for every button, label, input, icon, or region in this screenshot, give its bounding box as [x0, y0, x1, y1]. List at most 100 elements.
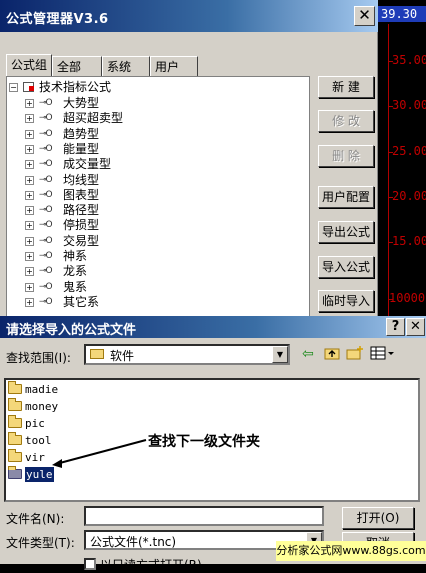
- collapse-icon[interactable]: −: [9, 83, 18, 92]
- folder-name: pic: [25, 417, 45, 430]
- formula-key-icon: ⊸O: [39, 143, 53, 154]
- readonly-checkbox[interactable]: [84, 558, 96, 570]
- tree-item-label: 成交量型: [63, 157, 112, 172]
- axis-tick-label: 25.00: [392, 144, 426, 158]
- folder-icon: [8, 381, 22, 394]
- expand-icon[interactable]: +: [25, 160, 34, 170]
- readonly-label: 以只读方式打开(R): [100, 558, 202, 572]
- filename-label: 文件名(N):: [6, 512, 65, 526]
- expand-icon[interactable]: +: [25, 175, 34, 185]
- open-file-dialog: 请选择导入的公式文件 ? ✕ 查找范围(I): 软件 ▼ ⇦ madie mone…: [0, 316, 426, 572]
- axis-tick-label: 20.00: [392, 189, 426, 203]
- filetype-value: 公式文件(*.tnc): [90, 535, 177, 549]
- user-config-button[interactable]: 用户配置: [318, 186, 374, 208]
- expand-icon[interactable]: +: [25, 282, 34, 292]
- tree-item-label: 神系: [63, 249, 88, 263]
- expand-icon[interactable]: +: [25, 206, 34, 216]
- annotation-text: 查找下一级文件夹: [148, 434, 260, 450]
- folder-name: madie: [25, 383, 59, 396]
- up-folder-icon[interactable]: [324, 346, 340, 364]
- expand-icon[interactable]: +: [25, 99, 34, 108]
- look-in-label: 查找范围(I):: [6, 351, 71, 365]
- folder-icon: [8, 466, 22, 479]
- formula-key-icon: ⊸O: [39, 281, 53, 292]
- expand-icon[interactable]: +: [25, 297, 34, 307]
- folder-icon: [8, 432, 22, 445]
- modify-button[interactable]: 修 改: [318, 110, 374, 132]
- formula-key-icon: ⊸O: [39, 189, 53, 200]
- close-icon: ✕: [358, 6, 371, 24]
- formula-key-icon: ⊸O: [39, 98, 53, 108]
- formula-manager-titlebar[interactable]: 公式管理器V3.6 ✕: [0, 0, 378, 32]
- formula-key-icon: ⊸O: [39, 174, 53, 185]
- delete-button[interactable]: 删 除: [318, 145, 374, 167]
- tree-item-label: 其它系: [63, 294, 100, 309]
- axis-tick-label: 15.00: [392, 234, 426, 248]
- expand-icon[interactable]: +: [25, 221, 34, 231]
- close-icon: ✕: [410, 319, 421, 334]
- tree-item-label: 图表型: [63, 187, 100, 202]
- tab-all[interactable]: 全部: [52, 56, 102, 76]
- axis-tick-label: 30.00: [392, 98, 426, 112]
- expand-icon[interactable]: +: [25, 144, 34, 154]
- axis-tick-label: 35.00: [392, 53, 426, 67]
- folder-name: tool: [25, 434, 52, 447]
- expand-icon[interactable]: +: [25, 252, 34, 261]
- tree-item-label: 均线型: [63, 172, 100, 187]
- back-arrow-icon[interactable]: ⇦: [302, 346, 314, 362]
- folder-icon: [90, 349, 104, 359]
- tree-item-label: 能量型: [63, 141, 100, 156]
- folder-name: money: [25, 400, 59, 413]
- tree-item-label: 交易型: [63, 233, 100, 248]
- expand-icon[interactable]: +: [25, 190, 34, 200]
- open-button[interactable]: 打开(O): [342, 507, 414, 529]
- site-watermark: 分析家公式网www.88gs.com: [276, 541, 426, 561]
- tree-item-label: 大势型: [63, 96, 100, 110]
- folder-icon: [8, 449, 22, 462]
- new-folder-icon[interactable]: [346, 346, 364, 364]
- view-menu-icon[interactable]: [370, 346, 394, 364]
- filename-input[interactable]: [84, 506, 324, 526]
- tree-item-label: 龙系: [63, 264, 88, 279]
- indicator-folder-icon: [23, 82, 34, 92]
- tree-item-label: 路径型: [63, 203, 100, 218]
- close-button[interactable]: ✕: [354, 6, 375, 26]
- formula-key-icon: ⊸O: [39, 251, 53, 261]
- filetype-label: 文件类型(T):: [6, 536, 75, 550]
- tree-item-label: 超买超卖型: [63, 111, 124, 126]
- temp-import-button[interactable]: 临时导入: [318, 290, 374, 312]
- current-price-label: 39.30: [378, 6, 426, 22]
- formula-key-icon: ⊸O: [39, 159, 53, 170]
- expand-icon[interactable]: +: [25, 129, 34, 139]
- look-in-dropdown[interactable]: 软件 ▼: [84, 344, 290, 365]
- expand-icon[interactable]: +: [25, 236, 34, 246]
- tree-item-label: 停损型: [63, 218, 100, 233]
- tab-user[interactable]: 用户: [150, 56, 198, 76]
- folder-name: vir: [25, 451, 45, 464]
- chevron-down-icon[interactable]: ▼: [272, 346, 288, 363]
- formula-key-icon: ⊸O: [39, 266, 53, 277]
- import-formula-button[interactable]: 导入公式: [318, 256, 374, 278]
- new-button[interactable]: 新 建: [318, 76, 374, 98]
- formula-key-icon: ⊸O: [39, 113, 53, 124]
- price-axis-strip: 39.30 35.00 30.00 25.00 20.00 15.00 1000…: [378, 0, 426, 318]
- help-icon: ?: [391, 319, 400, 334]
- expand-icon[interactable]: +: [25, 114, 34, 124]
- dialog-title: 请选择导入的公式文件: [6, 323, 137, 338]
- tree-root-label: 技术指标公式: [39, 80, 112, 94]
- dialog-titlebar[interactable]: 请选择导入的公式文件 ? ✕: [0, 316, 426, 338]
- export-formula-button[interactable]: 导出公式: [318, 221, 374, 243]
- formula-key-icon: ⊸O: [39, 205, 53, 216]
- look-in-value: 软件: [110, 349, 135, 363]
- formula-tree[interactable]: − 技术指标公式 + ⊸O 大势型 + ⊸O 超买超卖型 + ⊸O 趋势型 + ⊸O 能量型 + ⊸O 成交…: [6, 76, 310, 318]
- help-button[interactable]: ?: [386, 318, 405, 336]
- axis-tick-label: 10000: [389, 291, 426, 305]
- formula-key-icon: ⊸O: [39, 235, 53, 246]
- tree-item-label: 鬼系: [63, 279, 88, 294]
- folder-name: yule: [25, 467, 54, 482]
- dialog-close-button[interactable]: ✕: [406, 318, 425, 336]
- tab-system[interactable]: 系统: [102, 56, 150, 76]
- tab-formula-group[interactable]: 公式组: [6, 54, 52, 76]
- folder-icon: [8, 398, 22, 411]
- expand-icon[interactable]: +: [25, 267, 34, 277]
